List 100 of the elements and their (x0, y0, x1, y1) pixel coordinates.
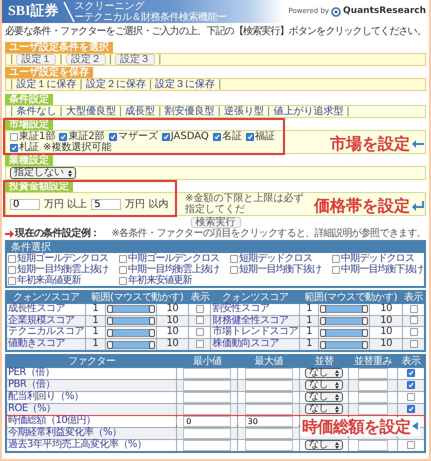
condition-option[interactable]: 短期一目均衡下抜け (239, 264, 322, 275)
load-setting-button[interactable]: 設定１ (16, 54, 56, 65)
condition-option[interactable]: 短期ゴールデンクロス (17, 253, 108, 264)
column-header: 表示 (398, 354, 425, 368)
weight-input[interactable] (358, 380, 388, 391)
min-value-input[interactable]: 0 (183, 416, 232, 427)
min-value-input[interactable] (183, 404, 232, 415)
sort-select[interactable]: なし (304, 368, 343, 378)
search-button[interactable]: 検索実行 (190, 217, 240, 228)
condition-option[interactable]: 中期ゴールデンクロス (128, 253, 220, 264)
checkbox[interactable] (10, 132, 18, 140)
sort-select[interactable]: なし (304, 404, 343, 414)
max-value-input[interactable]: 30 (244, 416, 293, 427)
checkbox[interactable] (407, 440, 416, 449)
preset-link[interactable]: 割安優良型 (164, 106, 214, 117)
condition-option[interactable]: 年初来高値更新 (17, 275, 81, 286)
market-option[interactable]: 名証 (222, 131, 242, 142)
checkbox[interactable] (196, 316, 204, 324)
caret-icon (68, 170, 72, 176)
checkbox[interactable] (407, 380, 416, 389)
load-setting-button[interactable]: 設定２ (66, 54, 106, 65)
max-value-input[interactable] (244, 440, 293, 451)
condition-option[interactable]: 短期一目均衡雲上抜け (17, 264, 108, 275)
score-name[interactable]: 市場トレンドスコア (212, 326, 298, 338)
market-option[interactable]: マザーズ (118, 131, 158, 142)
checkbox[interactable] (10, 144, 18, 152)
market-option[interactable]: JASDAQ (170, 131, 209, 142)
checkbox[interactable] (410, 316, 418, 324)
industry-select[interactable]: 指定しない (10, 167, 76, 179)
min-value-input[interactable] (183, 428, 232, 439)
checkbox[interactable] (8, 266, 16, 274)
checkbox[interactable] (196, 304, 204, 313)
column-header: クォンツスコア (210, 291, 300, 304)
checkbox[interactable] (196, 340, 204, 348)
page-subtitle: ーテクニカル＆財務条件検索機能ー (74, 12, 227, 22)
panel-title: 条件選択 (7, 242, 424, 253)
checkbox[interactable] (119, 254, 128, 262)
save-setting-link[interactable]: 設定１に保存 (16, 79, 76, 90)
max-value-input[interactable] (244, 368, 293, 379)
save-setting-link[interactable]: 設定２に保存 (86, 79, 146, 90)
checkbox[interactable] (410, 304, 418, 313)
checkbox[interactable] (410, 328, 418, 336)
sort-select[interactable]: なし (304, 380, 343, 390)
max-value-input[interactable] (244, 392, 293, 403)
weight-input[interactable] (358, 392, 388, 403)
max-amount-input[interactable]: 5 (91, 198, 122, 210)
return-arrow-icon (412, 201, 424, 211)
preset-link[interactable]: 成長型 (125, 106, 156, 117)
min-value-input[interactable] (183, 380, 232, 391)
max-value-input[interactable] (244, 428, 293, 439)
checkbox[interactable] (407, 392, 416, 401)
market-option[interactable]: 福証 (254, 131, 275, 142)
min-value-input[interactable] (183, 392, 232, 403)
checkbox[interactable] (212, 132, 221, 140)
max-value-input[interactable] (244, 404, 293, 415)
checkbox[interactable] (108, 132, 117, 140)
weight-input[interactable] (358, 404, 388, 415)
condition-option[interactable]: 中期デッドクロス (341, 253, 414, 264)
condition-option[interactable]: 年初来安値更新 (128, 275, 192, 286)
checkbox[interactable] (407, 404, 416, 413)
checkbox[interactable] (119, 266, 128, 274)
condition-option[interactable]: 中期一目均衡雲上抜け (128, 264, 220, 275)
save-setting-link[interactable]: 設定３に保存 (155, 79, 216, 90)
preset-link[interactable]: 値上がり追求型 (273, 106, 344, 117)
market-option[interactable]: 東証2部 (68, 131, 105, 142)
checkbox[interactable] (246, 132, 254, 140)
preset-link[interactable]: 逆張り型 (224, 106, 264, 117)
load-setting-button[interactable]: 設定３ (115, 54, 156, 65)
partner-name: QuantsResearch (343, 6, 426, 17)
min-value-input[interactable] (183, 440, 232, 451)
preset-link[interactable]: 大型優良型 (66, 106, 116, 117)
checkbox[interactable] (162, 132, 170, 140)
condition-option[interactable]: 短期デッドクロス (239, 253, 312, 264)
sort-select[interactable]: なし (304, 392, 343, 402)
checkbox[interactable] (410, 340, 418, 348)
checkbox[interactable] (332, 254, 340, 262)
column-header: 範囲(マウスで動かす) (299, 291, 402, 304)
caret-icon (334, 370, 339, 377)
checkbox[interactable] (8, 276, 16, 284)
checkbox[interactable] (332, 266, 340, 274)
weight-input[interactable] (358, 440, 388, 451)
caret-icon (334, 442, 339, 449)
checkbox[interactable] (119, 276, 128, 284)
arrow-left-icon (412, 422, 418, 430)
checkbox[interactable] (407, 368, 416, 377)
sort-select[interactable]: なし (304, 440, 343, 450)
max-value-input[interactable] (244, 380, 293, 391)
condition-option[interactable]: 中期一目均衡下抜け (341, 264, 423, 275)
score-name[interactable]: テクニカルスコア (8, 326, 84, 338)
checkbox[interactable] (230, 254, 238, 262)
separator: | (79, 79, 83, 90)
checkbox[interactable] (8, 254, 16, 262)
weight-input[interactable] (358, 368, 388, 379)
checkbox[interactable] (59, 132, 68, 140)
checkbox[interactable] (196, 328, 204, 336)
checkbox[interactable] (230, 266, 238, 274)
market-option[interactable]: 東証1部 (19, 131, 56, 142)
market-option[interactable]: 札証 (19, 142, 39, 153)
min-value-input[interactable] (183, 368, 232, 379)
preset-link[interactable]: 条件なし (16, 106, 56, 117)
